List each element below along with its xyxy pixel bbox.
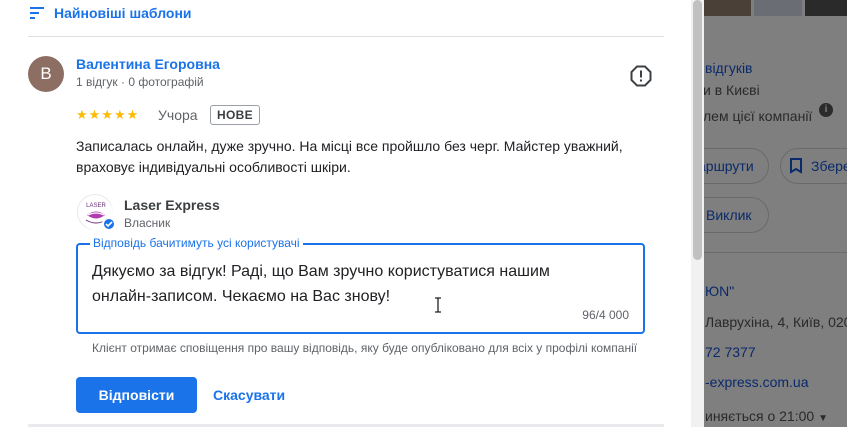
bg-reviews-link: відгуків: [705, 60, 753, 76]
dialog-scrollbar[interactable]: [691, 0, 704, 427]
bg-name-fragment: ЮN": [705, 283, 735, 299]
report-icon: [630, 65, 652, 87]
review-text: Записалась онлайн, дуже зручно. На місці…: [76, 138, 623, 175]
owner-role: Власник: [124, 216, 171, 230]
star-rating: ★ ★ ★ ★ ★: [76, 106, 138, 124]
reply-field[interactable]: Відповідь бачитимуть усі користувачі Дяк…: [76, 236, 645, 334]
star-icon: ★: [126, 107, 139, 122]
bg-divider: [691, 252, 847, 253]
star-icon: ★: [113, 107, 126, 122]
star-icon: ★: [101, 107, 113, 122]
photo-strip: [703, 0, 847, 16]
avatar[interactable]: В: [28, 56, 64, 92]
sort-label: Найновіші шаблони: [54, 5, 192, 21]
bg-category: и в Києві: [703, 82, 760, 98]
star-icon: ★: [76, 107, 88, 122]
report-review-button[interactable]: [630, 65, 652, 87]
sort-icon: [30, 7, 44, 19]
bg-routes-label: аршрути: [698, 158, 754, 174]
bg-phone: 72 7377: [705, 344, 756, 360]
bg-address: Лаврухіна, 4, Київ, 020: [705, 314, 847, 330]
reply-notice: Клієнт отримає сповіщення про вашу відпо…: [92, 341, 638, 355]
verified-icon: [102, 217, 116, 231]
review-date: Учора: [158, 107, 198, 123]
character-counter: 96/4 000: [582, 308, 629, 322]
new-badge: НОВЕ: [210, 105, 260, 125]
reply-textarea[interactable]: Дякуємо за відгук! Раді, що Вам зручно к…: [92, 259, 612, 311]
review-author[interactable]: Валентина Егоровна: [76, 56, 220, 72]
info-icon: i: [819, 103, 833, 117]
background-panel: відгуків и в Києві лем цієї компанії i а…: [691, 0, 847, 427]
review-reply-dialog: Найновіші шаблони В Валентина Егоровна 1…: [0, 0, 691, 427]
scrollbar-thumb[interactable]: [693, 0, 702, 260]
bg-hours-label: иняється о 21:00: [705, 408, 815, 424]
bg-call-label: Виклик: [706, 207, 752, 223]
bg-website: -express.com.ua: [705, 374, 809, 390]
bg-hours: иняється о 21:00 ▼: [705, 408, 828, 424]
star-icon: ★: [88, 107, 101, 122]
caret-down-icon: ▼: [818, 413, 828, 424]
cancel-reply-button[interactable]: Скасувати: [203, 377, 295, 413]
review-author-meta: 1 відгук · 0 фотографій: [76, 75, 204, 89]
owner-logo-text: LASER: [86, 203, 106, 209]
text-cursor-icon: [434, 297, 442, 313]
bg-save-button: Збере: [780, 148, 847, 184]
bg-save-label: Збере: [811, 158, 847, 174]
reply-field-label: Відповідь бачитимуть усі користувачі: [90, 236, 303, 250]
owner-name: Laser Express: [124, 197, 220, 213]
submit-reply-button[interactable]: Відповісти: [76, 377, 197, 413]
sort-button[interactable]: Найновіші шаблони: [30, 5, 192, 21]
bookmark-icon: [790, 158, 802, 174]
top-divider: [28, 36, 664, 37]
bg-owner-prompt: лем цієї компанії: [703, 108, 813, 124]
